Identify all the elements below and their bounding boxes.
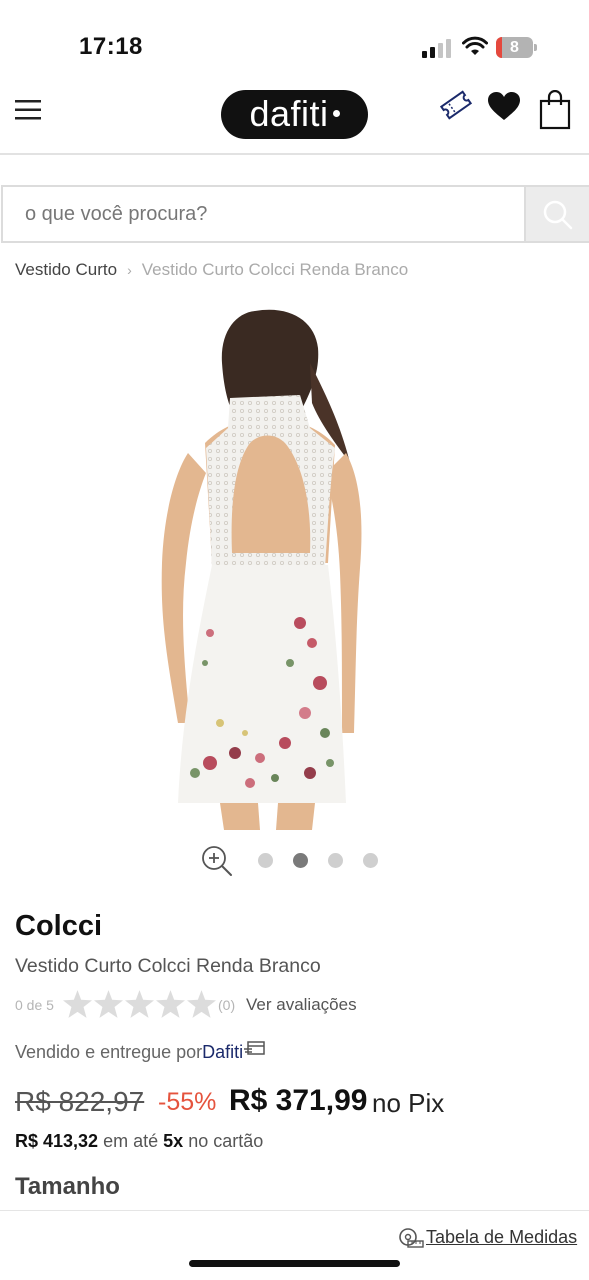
- installment-count: 5x: [163, 1131, 184, 1151]
- measuring-tape-icon: [399, 1228, 424, 1248]
- star-icon: [187, 990, 216, 1018]
- breadcrumb-category[interactable]: Vestido Curto: [15, 260, 117, 279]
- review-count: (0): [218, 997, 236, 1013]
- gallery-dot-3[interactable]: [328, 853, 343, 868]
- home-indicator[interactable]: [189, 1260, 400, 1267]
- product-name: Vestido Curto Colcci Renda Branco: [15, 955, 321, 977]
- battery-indicator: 8: [496, 37, 538, 58]
- divider: [0, 1210, 589, 1211]
- zoom-in-icon[interactable]: [201, 845, 233, 877]
- search-button[interactable]: [524, 187, 589, 241]
- rating-row: 0 de 5 (0) Ver avaliações: [15, 990, 415, 1020]
- app-header: dafiti: [0, 80, 589, 155]
- installment-price: R$ 413,32: [15, 1131, 99, 1151]
- price-row: R$ 822,97 -55% R$ 371,99 no Pix: [15, 1082, 575, 1122]
- installment-suffix: no cartão: [188, 1131, 264, 1151]
- status-bar: 17:18 8: [0, 0, 589, 80]
- coupon-icon[interactable]: [439, 88, 473, 122]
- seller-info: Vendido e entregue porDafiti: [15, 1040, 266, 1063]
- search-icon: [543, 200, 573, 230]
- battery-level: 8: [510, 39, 519, 56]
- discount-badge: -55%: [158, 1088, 217, 1116]
- star-icon: [156, 990, 185, 1018]
- seller-prefix: Vendido e entregue por: [15, 1042, 203, 1062]
- wifi-icon: [462, 36, 488, 55]
- search-bar: [1, 185, 589, 243]
- status-time: 17:18: [79, 33, 143, 60]
- cellular-signal-icon: [422, 39, 451, 58]
- size-heading: Tamanho: [15, 1173, 120, 1200]
- product-brand[interactable]: Colcci: [15, 910, 102, 943]
- old-price: R$ 822,97: [15, 1086, 145, 1117]
- rating-label: 0 de 5: [15, 997, 54, 1013]
- breadcrumb: Vestido Curto › Vestido Curto Colcci Renda…: [15, 260, 408, 280]
- star-icon: [125, 990, 154, 1018]
- size-chart-label: Tabela de Medidas: [426, 1227, 578, 1247]
- pix-label: no Pix: [372, 1088, 445, 1118]
- star-icon: [63, 990, 92, 1018]
- breadcrumb-separator: ›: [127, 262, 132, 278]
- gallery-dot-1[interactable]: [258, 853, 273, 868]
- search-input[interactable]: [3, 187, 524, 241]
- pix-price: R$ 371,99: [229, 1084, 368, 1117]
- star-icon: [94, 990, 123, 1018]
- installment-middle: em até: [103, 1131, 159, 1151]
- product-image[interactable]: [150, 303, 390, 830]
- dafiti-logo[interactable]: dafiti: [221, 90, 368, 139]
- delivery-truck-icon: [244, 1041, 265, 1055]
- installments-info: R$ 413,32 em até 5x no cartão: [15, 1131, 263, 1152]
- breadcrumb-current: Vestido Curto Colcci Renda Branco: [141, 260, 409, 279]
- logo-text: dafiti: [249, 93, 329, 134]
- see-reviews-link[interactable]: Ver avaliações: [246, 995, 357, 1015]
- seller-name[interactable]: Dafiti: [202, 1042, 243, 1062]
- hamburger-menu-icon[interactable]: [15, 99, 41, 121]
- heart-icon[interactable]: [487, 91, 521, 121]
- shopping-bag-icon[interactable]: [539, 90, 571, 130]
- gallery-dot-2[interactable]: [293, 853, 308, 868]
- gallery-dot-4[interactable]: [363, 853, 378, 868]
